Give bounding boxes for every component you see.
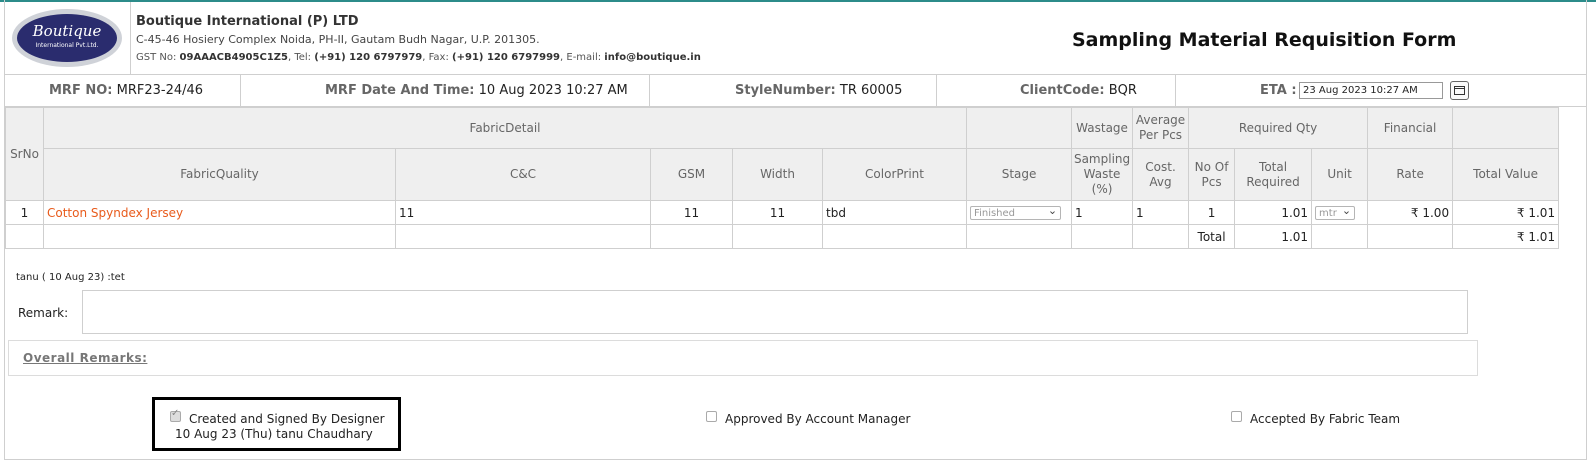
col-gsm: GSM	[650, 148, 733, 201]
overall-remarks-label: Overall Remarks:	[23, 351, 148, 365]
stage-select[interactable]: Finished	[970, 204, 1062, 220]
style-number-cell: StyleNumber: TR 60005	[650, 75, 937, 106]
page-title: Sampling Material Requisition Form	[1072, 29, 1457, 51]
group-blank	[1452, 107, 1560, 149]
group-required-qty: Required Qty	[1188, 107, 1369, 149]
col-total-value: Total Value	[1452, 148, 1560, 201]
col-fabric-quality: FabricQuality	[43, 148, 396, 201]
logo-cell: Boutique International Pvt.Ltd.	[5, 2, 131, 74]
col-stage: Stage	[966, 148, 1073, 201]
company-logo: Boutique International Pvt.Ltd.	[12, 9, 122, 67]
col-no-of-pcs: No Of Pcs	[1188, 148, 1236, 201]
style-number-value: TR 60005	[839, 83, 903, 98]
total-row: Total 1.01 ₹ 1.01	[5, 224, 1560, 249]
group-wastage: Wastage	[1071, 107, 1134, 149]
group-average: Average Per Pcs	[1132, 107, 1190, 149]
calendar-icon	[1454, 86, 1465, 95]
col-width: Width	[732, 148, 823, 201]
company-name: Boutique International (P) LTD	[136, 14, 359, 29]
account-manager-checkbox[interactable]	[706, 411, 717, 422]
logo-wordmark: Boutique	[32, 22, 102, 40]
col-sampling-waste: Sampling Waste (%)	[1071, 148, 1134, 201]
eta-input[interactable]: 23 Aug 2023 10:27 AM	[1299, 82, 1443, 99]
calendar-button[interactable]	[1450, 81, 1469, 100]
designer-signed-checkbox[interactable]	[170, 408, 181, 422]
company-contact: GST No: 09AAACB4905C1Z5, Tel: (+91) 120 …	[136, 52, 701, 63]
remark-label: Remark:	[18, 306, 69, 320]
client-code-value: BQR	[1108, 83, 1137, 98]
mrf-no-value: MRF23-24/46	[116, 83, 204, 98]
col-cost-avg: Cost. Avg	[1132, 148, 1190, 201]
client-code-cell: ClientCode: BQR	[937, 75, 1176, 106]
unit-select[interactable]: mtr	[1315, 204, 1356, 220]
col-cc: C&C	[395, 148, 651, 201]
mrf-info-row: MRF NO: MRF23-24/46 MRF Date And Time: 1…	[5, 75, 1587, 107]
designer-signed-detail: 10 Aug 23 (Thu) tanu Chaudhary	[175, 427, 373, 441]
fabric-team-label: Accepted By Fabric Team	[1250, 412, 1401, 426]
group-financial: Financial	[1367, 107, 1454, 149]
mrf-date-cell: MRF Date And Time: 10 Aug 2023 10:27 AM	[241, 75, 650, 106]
company-address: C-45-46 Hosiery Complex Noida, PH-II, Ga…	[136, 33, 540, 46]
col-srno: SrNo	[5, 107, 44, 201]
group-fabric-detail: FabricDetail	[42, 107, 968, 149]
group-stage-blank	[966, 107, 1073, 149]
fabric-team-checkbox[interactable]	[1231, 411, 1242, 422]
designer-signed-label: Created and Signed By Designer	[189, 412, 385, 426]
fabric-quality-link[interactable]: Cotton Spyndex Jersey	[43, 200, 396, 225]
col-color-print: ColorPrint	[821, 148, 968, 201]
mrf-date-value: 10 Aug 2023 10:27 AM	[478, 83, 628, 98]
total-value-sum: ₹ 1.01	[1452, 224, 1560, 249]
total-required-sum: 1.01	[1234, 224, 1313, 249]
account-manager-label: Approved By Account Manager	[725, 412, 911, 426]
fabric-table: SrNo FabricDetail Wastage Average Per Pc…	[5, 107, 1560, 249]
col-rate: Rate	[1367, 148, 1454, 201]
col-total-required: Total Required	[1234, 148, 1313, 201]
form-header: Boutique International Pvt.Ltd. Boutique…	[5, 2, 1587, 75]
comment-note: tanu ( 10 Aug 23) :tet	[16, 272, 125, 283]
table-row: 1 Cotton Spyndex Jersey 11 11 11 tbd Fin…	[5, 200, 1560, 225]
mrf-no-cell: MRF NO: MRF23-24/46	[5, 75, 241, 106]
col-unit: Unit	[1311, 148, 1369, 201]
total-label: Total	[1188, 224, 1236, 249]
overall-remarks-panel: Overall Remarks:	[8, 340, 1478, 376]
remark-textarea[interactable]	[82, 290, 1468, 334]
logo-subtext: International Pvt.Ltd.	[35, 42, 99, 49]
